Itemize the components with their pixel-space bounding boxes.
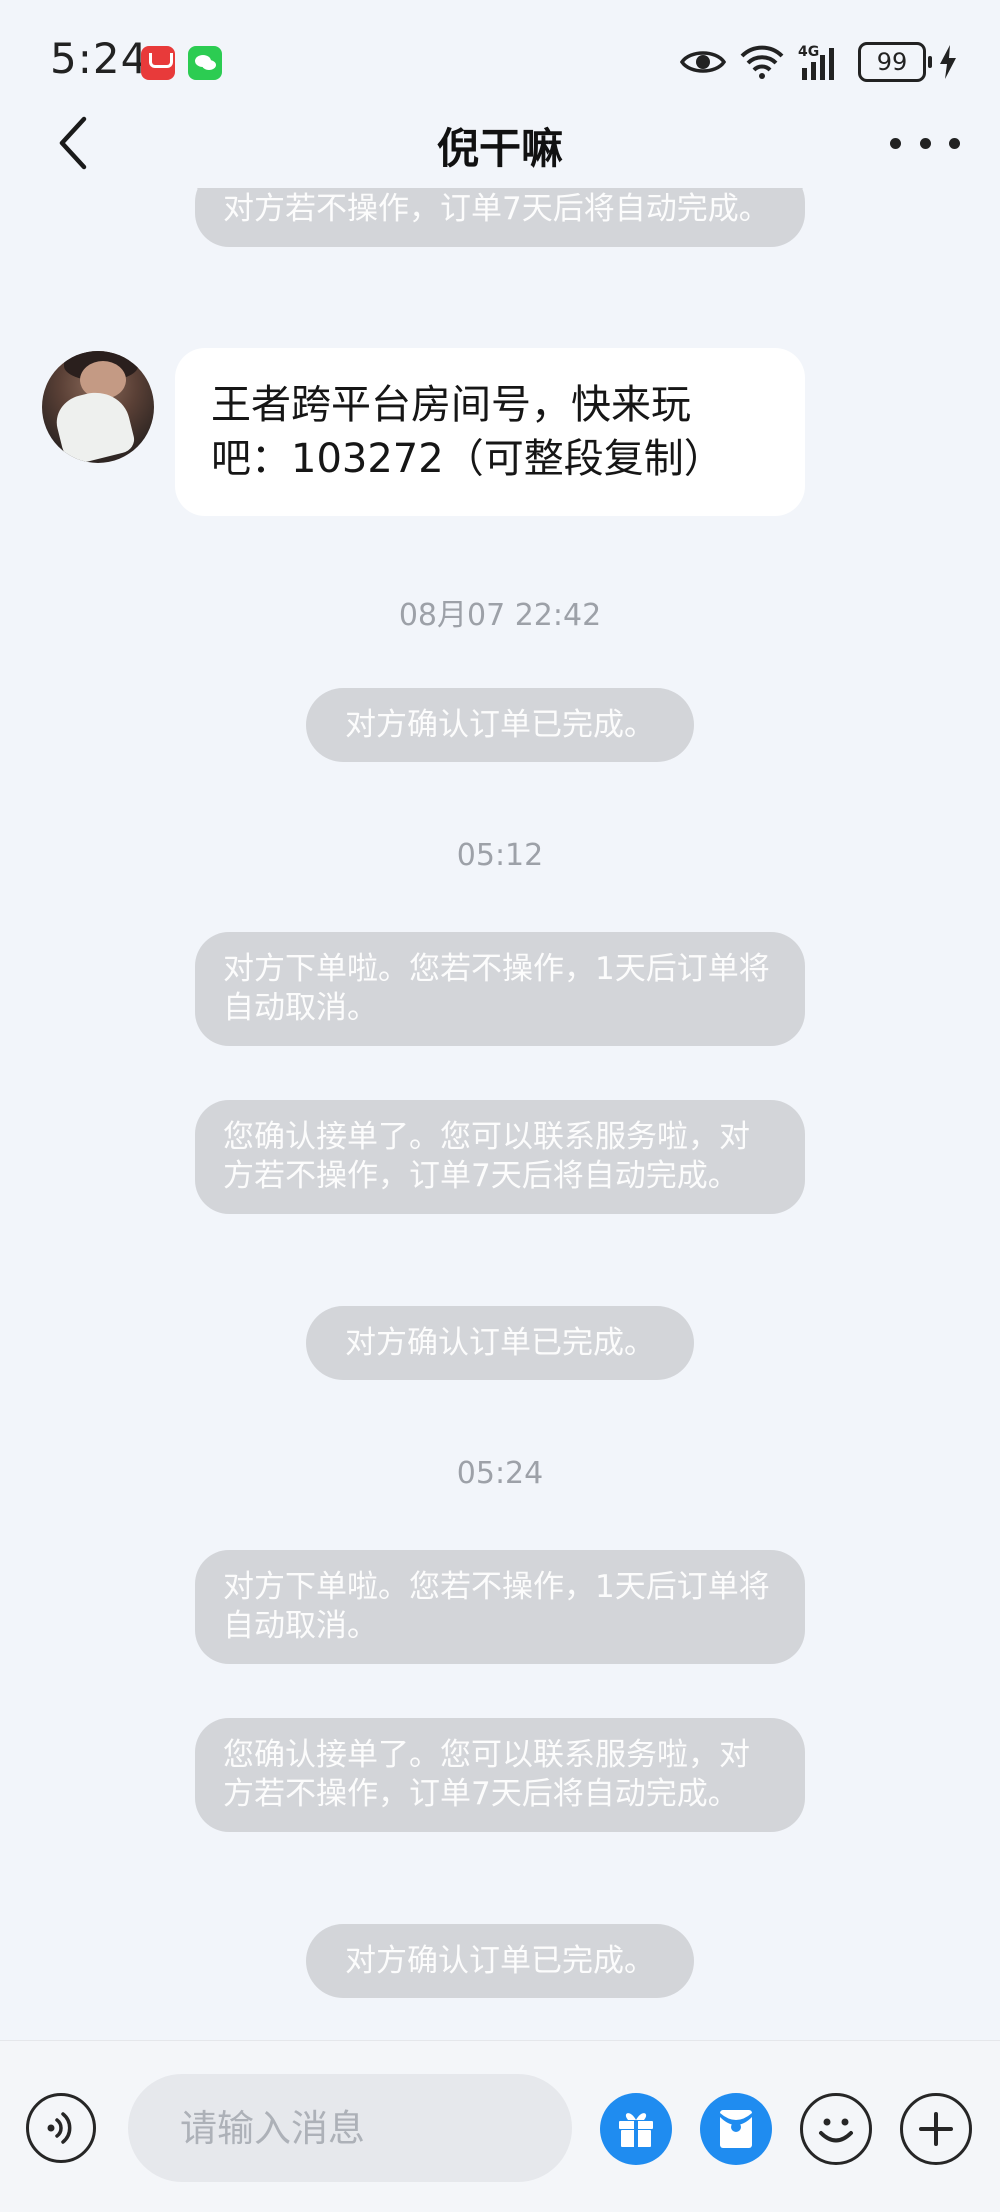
message-input[interactable] xyxy=(128,2074,572,2182)
gift-button[interactable] xyxy=(600,2093,672,2165)
message-list[interactable]: 您确认接单了。您可以联系服务啦，对方若不操作，订单7天后将自动完成。 对方若不操… xyxy=(0,188,1000,2040)
more-icon[interactable] xyxy=(890,123,960,163)
charging-icon xyxy=(940,45,956,79)
avatar[interactable] xyxy=(42,351,154,463)
eye-icon xyxy=(680,51,726,73)
status-icons: 4G 99 xyxy=(666,40,958,84)
system-message-text: 对方确认订单已完成。 xyxy=(345,1943,655,1979)
system-message: 对方下单啦。您若不操作，1天后订单将自动取消。 xyxy=(195,932,805,1046)
user-message-text[interactable]: 王者跨平台房间号，快来玩吧：103272（可整段复制） xyxy=(211,382,724,482)
plus-icon xyxy=(919,2112,953,2146)
signal-icon: 4G xyxy=(798,44,834,80)
emoji-icon xyxy=(819,2118,853,2143)
message-composer xyxy=(0,2040,1000,2212)
system-message-text: 您确认接单了。您可以联系服务啦，对方若不操作，订单7天后将自动完成。 xyxy=(223,1119,750,1194)
chat-title: 倪干嘛 xyxy=(436,124,563,173)
system-message: 您确认接单了。您可以联系服务啦，对方若不操作，订单7天后将自动完成。 xyxy=(195,1718,805,1832)
chat-header: 倪干嘛 xyxy=(0,95,1000,195)
system-message: 对方确认订单已完成。 xyxy=(306,1924,694,1998)
red-packet-icon xyxy=(720,2110,752,2148)
red-packet-button[interactable] xyxy=(700,2093,772,2165)
system-message: 对方若不操作，订单7天后将自动完成。 xyxy=(195,188,805,247)
system-message-text: 对方下单啦。您若不操作，1天后订单将自动取消。 xyxy=(223,1569,770,1644)
more-actions-button[interactable] xyxy=(900,2093,972,2165)
system-message: 对方下单啦。您若不操作，1天后订单将自动取消。 xyxy=(195,1550,805,1664)
huawei-mall-notification-icon xyxy=(141,46,175,80)
message-timestamp: 08月07 22:42 xyxy=(398,598,602,633)
battery-icon: 99 xyxy=(858,42,932,82)
gift-icon xyxy=(619,2113,653,2147)
wifi-icon xyxy=(740,45,784,79)
system-message-text: 对方确认订单已完成。 xyxy=(345,1325,655,1361)
battery-level: 99 xyxy=(858,42,926,82)
system-message-text: 对方下单啦。您若不操作，1天后订单将自动取消。 xyxy=(223,951,770,1026)
network-type-label: 4G xyxy=(798,44,819,60)
voice-icon xyxy=(47,2112,72,2144)
user-message-bubble[interactable]: 王者跨平台房间号，快来玩吧：103272（可整段复制） xyxy=(175,348,805,516)
status-time: 5:24 xyxy=(50,34,149,83)
system-message-text: 对方若不操作，订单7天后将自动完成。 xyxy=(223,191,770,227)
system-message-text: 您确认接单了。您可以联系服务啦，对方若不操作，订单7天后将自动完成。 xyxy=(223,1737,750,1812)
emoji-button[interactable] xyxy=(800,2093,872,2165)
message-timestamp: 05:24 xyxy=(456,1456,544,1491)
system-message: 对方确认订单已完成。 xyxy=(306,1306,694,1380)
system-message: 您确认接单了。您可以联系服务啦，对方若不操作，订单7天后将自动完成。 xyxy=(195,1100,805,1214)
system-message: 对方确认订单已完成。 xyxy=(306,688,694,762)
system-message-text: 对方确认订单已完成。 xyxy=(345,707,655,743)
voice-button[interactable] xyxy=(26,2093,96,2163)
wechat-notification-icon xyxy=(188,46,222,80)
message-timestamp: 05:12 xyxy=(456,838,544,873)
